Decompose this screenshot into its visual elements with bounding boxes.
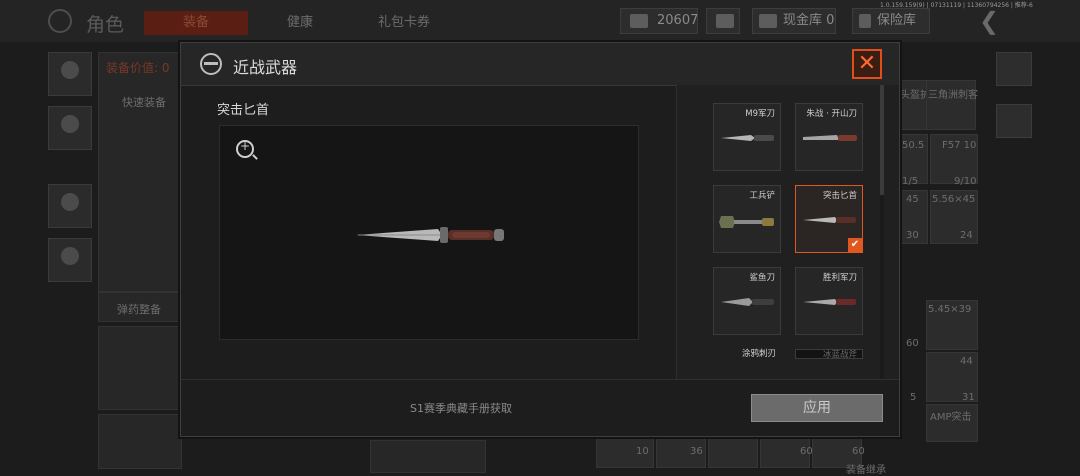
background-slot	[98, 414, 182, 469]
scrollbar[interactable]	[880, 85, 884, 379]
currency-amount: 20607	[657, 13, 699, 28]
weapon-card-label: 涂鸦刺刃	[741, 349, 776, 359]
profile-button[interactable]	[706, 8, 740, 34]
weapon-list[interactable]: M9军刀 朱战 · 开山刀 工兵铲 突击匕首 ✔ 鲨鱼刀 胜利军刀 涂鸦刺刃 冰…	[677, 85, 899, 379]
weapon-card-m9[interactable]: M9军刀	[713, 103, 781, 171]
cell-text: 5	[910, 392, 917, 403]
weapon-card-label: 工兵铲	[749, 191, 775, 201]
assault-dagger-image	[356, 227, 504, 243]
machete-image	[803, 135, 857, 141]
cell-text: F57 10	[942, 140, 977, 151]
apply-button[interactable]: 应用	[751, 394, 883, 422]
globe-icon	[200, 53, 222, 75]
cell-text: 44	[960, 356, 973, 367]
ammo-organize-button[interactable]: 弹药整备	[98, 292, 182, 322]
weapon-card-label: M9军刀	[745, 109, 775, 119]
cell-text: AMP突击	[930, 412, 972, 423]
left-menu-button-2[interactable]	[48, 106, 92, 150]
close-button[interactable]: ✕	[852, 49, 882, 79]
back-icon[interactable]: ❮	[965, 8, 1013, 36]
cash-vault-label: 现金库 0	[783, 13, 835, 28]
cell-text: 60	[906, 338, 919, 349]
left-menu-button-3[interactable]	[48, 184, 92, 228]
weapon-card-ice-axe[interactable]: 冰蓝战斧	[795, 349, 863, 360]
background-cell	[708, 438, 758, 468]
cell-text: 60	[800, 446, 813, 457]
weapon-card-graffiti-blade[interactable]: 涂鸦刺刃	[713, 349, 781, 359]
person-icon	[716, 14, 734, 28]
insurance-icon	[859, 14, 871, 28]
quick-equip-label[interactable]: 快速装备	[122, 94, 166, 110]
shark-knife-image	[721, 298, 774, 306]
cell-text: 三角洲刺客	[928, 90, 978, 101]
currency-icon	[630, 14, 648, 28]
insurance-vault-button[interactable]: 保险库	[852, 8, 930, 34]
right-menu-button-1[interactable]	[996, 52, 1032, 86]
cell-text: 36	[690, 446, 703, 457]
equip-value-label: 装备价值: 0	[106, 61, 170, 75]
weapon-card-label: 鲨鱼刀	[749, 273, 775, 283]
dialog-header: 近战武器 ✕	[181, 43, 899, 86]
ammo-organize-label: 弹药整备	[117, 303, 161, 316]
cell-text: 30	[906, 230, 919, 241]
weapon-card-victory-saber[interactable]: 胜利军刀	[795, 267, 863, 335]
cell-text: 60	[852, 446, 865, 457]
cell-text: 31	[962, 392, 975, 403]
melee-weapon-dialog: 近战武器 ✕ 突击匕首 M9军刀 朱战 · 开山刀	[180, 42, 900, 437]
acquire-source-text: S1赛季典藏手册获取	[410, 402, 512, 415]
cash-vault-button[interactable]: 现金库 0	[752, 8, 836, 34]
background-equipment-panel	[98, 52, 182, 292]
cell-text: 24	[960, 230, 973, 241]
cell-text: 5.56×45	[932, 194, 976, 205]
cell-text: 9/10	[954, 176, 977, 187]
zoom-icon[interactable]	[236, 139, 254, 158]
cell-text: 1/5	[902, 176, 919, 187]
version-text: 1.0.159.159(9) | 07131119 | 11360794256 …	[880, 2, 1033, 9]
tab-equipment[interactable]: 装备	[144, 11, 248, 35]
weapon-card-label: 胜利军刀	[822, 273, 857, 283]
weapon-card-label: 突击匕首	[822, 191, 857, 201]
shovel-image	[719, 216, 774, 228]
assault-dagger-thumbnail	[803, 217, 856, 223]
scrollbar-thumb[interactable]	[880, 85, 884, 195]
left-menu-button-1[interactable]	[48, 52, 92, 96]
cell-text: 装备继承	[846, 465, 886, 476]
left-menu-button-4[interactable]	[48, 238, 92, 282]
cell-text: 50.5	[902, 140, 925, 151]
dialog-title: 近战武器	[233, 58, 298, 77]
check-icon: ✔	[848, 238, 862, 252]
victory-saber-image	[803, 299, 856, 305]
weapon-card-label: 冰蓝战斧	[822, 350, 857, 360]
background-top-bar: 角色 装备 健康 礼包卡券 20607 现金库 0 保险库 ❮ 1.0.159.…	[0, 0, 1080, 42]
weapon-preview[interactable]	[219, 125, 639, 340]
background-title: 角色	[86, 14, 125, 36]
m9-knife-image	[721, 135, 774, 141]
cell-text: 45	[906, 194, 919, 205]
insurance-vault-label: 保险库	[877, 13, 917, 28]
background-slot	[370, 440, 486, 473]
tab-health[interactable]: 健康	[248, 11, 352, 35]
currency-display: 20607	[620, 8, 698, 34]
weapon-card-shovel[interactable]: 工兵铲	[713, 185, 781, 253]
selected-item-name: 突击匕首	[217, 103, 270, 118]
divider	[181, 379, 899, 380]
background-slot	[98, 326, 182, 410]
tab-gift-coupons[interactable]: 礼包卡券	[352, 11, 456, 35]
weapon-card-label: 朱战 · 开山刀	[806, 109, 857, 119]
weapon-card-machete[interactable]: 朱战 · 开山刀	[795, 103, 863, 171]
right-menu-button-2[interactable]	[996, 104, 1032, 138]
weapon-card-assault-dagger[interactable]: 突击匕首 ✔	[795, 185, 863, 253]
weapon-card-shark-knife[interactable]: 鲨鱼刀	[713, 267, 781, 335]
cell-text: 10	[636, 446, 649, 457]
vault-icon	[759, 14, 777, 28]
cell-text: 5.45×39	[928, 304, 972, 315]
character-icon	[48, 9, 72, 33]
